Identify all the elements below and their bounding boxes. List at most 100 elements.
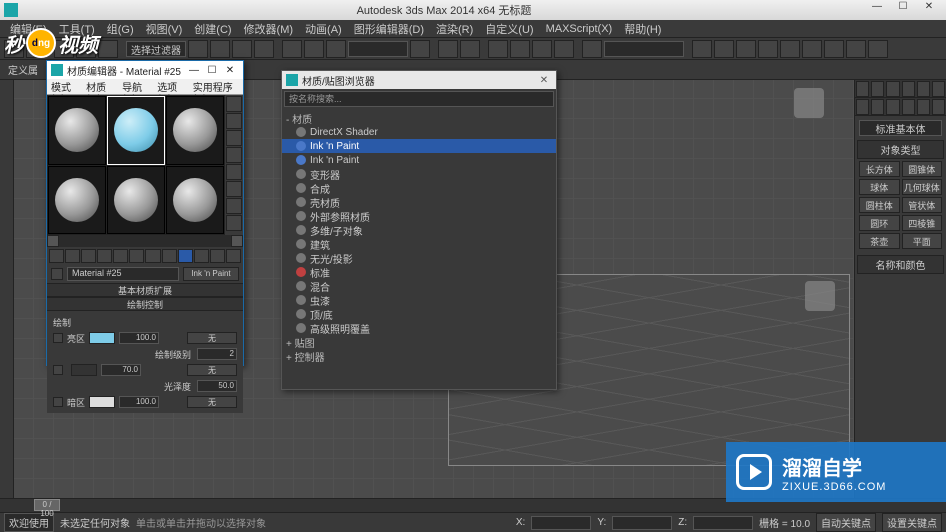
scroll-right-icon[interactable] [231, 235, 243, 247]
go-parent-icon[interactable] [210, 249, 225, 263]
material-list[interactable]: - 材质DirectX ShaderInk 'n PaintInk 'n Pai… [282, 109, 556, 387]
material-list-item[interactable]: 顶/底 [282, 307, 556, 321]
paint-levels-spinner[interactable]: 2 [197, 348, 237, 360]
sample-slot-1[interactable] [48, 96, 106, 165]
rollout-paint-header[interactable]: 绘制控制 [47, 297, 243, 311]
me-menu-util[interactable]: 实用程序(U) [193, 79, 239, 94]
me-maximize-button[interactable]: ☐ [203, 65, 221, 76]
menu-maxscript[interactable]: MAXScript(X) [540, 23, 619, 35]
lighted-checkbox[interactable] [53, 333, 63, 343]
cat-lights-icon[interactable] [886, 99, 899, 115]
show-map-icon[interactable] [178, 249, 193, 263]
material-list-item[interactable]: DirectX Shader [282, 125, 556, 139]
mb-close-button[interactable]: ✕ [536, 75, 552, 86]
make-copy-icon[interactable] [113, 249, 128, 263]
material-editor-titlebar[interactable]: 材质编辑器 - Material #25 — ☐ ✕ [47, 61, 243, 79]
align-button[interactable] [714, 40, 734, 58]
video-check-icon[interactable] [226, 164, 242, 180]
btn-sphere[interactable]: 球体 [859, 179, 900, 195]
material-list-item[interactable]: 合成 [282, 181, 556, 195]
setkey-button[interactable]: 设置关键点 [882, 513, 942, 532]
tab-modify-icon[interactable] [871, 81, 884, 97]
btn-geosphere[interactable]: 几何球体 [902, 179, 943, 195]
menu-view[interactable]: 视图(V) [140, 21, 189, 37]
named-sel-button[interactable] [582, 40, 602, 58]
menu-render[interactable]: 渲染(R) [430, 21, 479, 37]
tab-display-icon[interactable] [917, 81, 930, 97]
btn-cone[interactable]: 圆锥体 [902, 161, 943, 177]
bind-button[interactable] [98, 40, 118, 58]
menu-graph[interactable]: 图形编辑器(D) [348, 21, 430, 37]
mat-id-icon[interactable] [162, 249, 177, 263]
render-frame-button[interactable] [846, 40, 866, 58]
material-list-item[interactable]: 外部参照材质 [282, 209, 556, 223]
put-to-scene-icon[interactable] [65, 249, 80, 263]
close-button[interactable]: ✕ [916, 1, 942, 19]
viewcube-persp[interactable] [805, 281, 835, 311]
material-type-button[interactable]: Ink 'n Paint [183, 267, 239, 281]
assign-icon[interactable] [81, 249, 96, 263]
sample-slot-6[interactable] [166, 166, 224, 235]
material-list-item[interactable]: 多维/子对象 [282, 223, 556, 237]
keyboard-button[interactable] [460, 40, 480, 58]
material-list-item[interactable]: Ink 'n Paint [282, 139, 556, 153]
highlight-map-button[interactable]: 无 [187, 396, 237, 408]
shaded-swatch[interactable] [71, 364, 97, 376]
me-menu-material[interactable]: 材质(M) [86, 79, 116, 94]
select-button[interactable] [188, 40, 208, 58]
tab-motion-icon[interactable] [902, 81, 915, 97]
material-editor-button[interactable] [802, 40, 822, 58]
highlight-spinner[interactable]: 100.0 [119, 396, 159, 408]
btn-teapot[interactable]: 茶壶 [859, 233, 900, 249]
percent-snap-button[interactable] [532, 40, 552, 58]
material-list-item[interactable]: 标准 [282, 265, 556, 279]
sample-hscroll[interactable] [47, 235, 243, 247]
material-list-item[interactable]: + 控制器 [282, 349, 556, 363]
shaded-map-button[interactable]: 无 [187, 364, 237, 376]
sample-slot-2[interactable] [107, 96, 165, 165]
preview-icon[interactable] [226, 181, 242, 197]
shaded-spinner[interactable]: 70.0 [101, 364, 141, 376]
go-sibling-icon[interactable] [226, 249, 241, 263]
cat-shapes-icon[interactable] [871, 99, 884, 115]
material-list-item[interactable]: Ink 'n Paint [282, 153, 556, 167]
material-list-item[interactable]: - 材质 [282, 111, 556, 125]
btn-torus[interactable]: 圆环 [859, 215, 900, 231]
render-setup-button[interactable] [824, 40, 844, 58]
me-menu-mode[interactable]: 模式(D) [51, 79, 80, 94]
minimize-button[interactable]: — [864, 1, 890, 19]
selection-filter-dd[interactable]: 选择过滤器 [126, 41, 186, 57]
sample-slot-5[interactable] [107, 166, 165, 235]
named-sel-dd[interactable] [604, 41, 684, 57]
tab-hierarchy-icon[interactable] [886, 81, 899, 97]
options-icon[interactable] [226, 198, 242, 214]
render-button[interactable] [868, 40, 888, 58]
material-list-item[interactable]: 壳材质 [282, 195, 556, 209]
me-menu-nav[interactable]: 导航(N) [122, 79, 151, 94]
backlight-icon[interactable] [226, 113, 242, 129]
background-icon[interactable] [226, 130, 242, 146]
material-search-field[interactable]: 按名称搜索... [284, 91, 554, 107]
menu-custom[interactable]: 自定义(U) [479, 21, 539, 37]
manip-button[interactable] [438, 40, 458, 58]
scroll-left-icon[interactable] [47, 235, 59, 247]
btn-plane[interactable]: 平面 [902, 233, 943, 249]
select-region-button[interactable] [232, 40, 252, 58]
menu-group[interactable]: 组(G) [101, 21, 140, 37]
lighted-swatch[interactable] [89, 332, 115, 344]
material-list-item[interactable]: 变形器 [282, 167, 556, 181]
make-unique-icon[interactable] [129, 249, 144, 263]
shaded-checkbox[interactable] [53, 365, 63, 375]
lighted-map-button[interactable]: 无 [187, 332, 237, 344]
tab-create-icon[interactable] [856, 81, 869, 97]
primitive-type-dd[interactable]: 标准基本体 [859, 120, 942, 136]
autokey-button[interactable]: 自动关键点 [816, 513, 876, 532]
menu-help[interactable]: 帮助(H) [618, 21, 667, 37]
menu-create[interactable]: 创建(C) [188, 21, 237, 37]
highlight-swatch[interactable] [89, 396, 115, 408]
reset-icon[interactable] [97, 249, 112, 263]
get-material-icon[interactable] [49, 249, 64, 263]
time-slider[interactable]: 0 / 100 [34, 499, 60, 511]
cat-cameras-icon[interactable] [902, 99, 915, 115]
material-name-field[interactable]: Material #25 [67, 267, 179, 281]
